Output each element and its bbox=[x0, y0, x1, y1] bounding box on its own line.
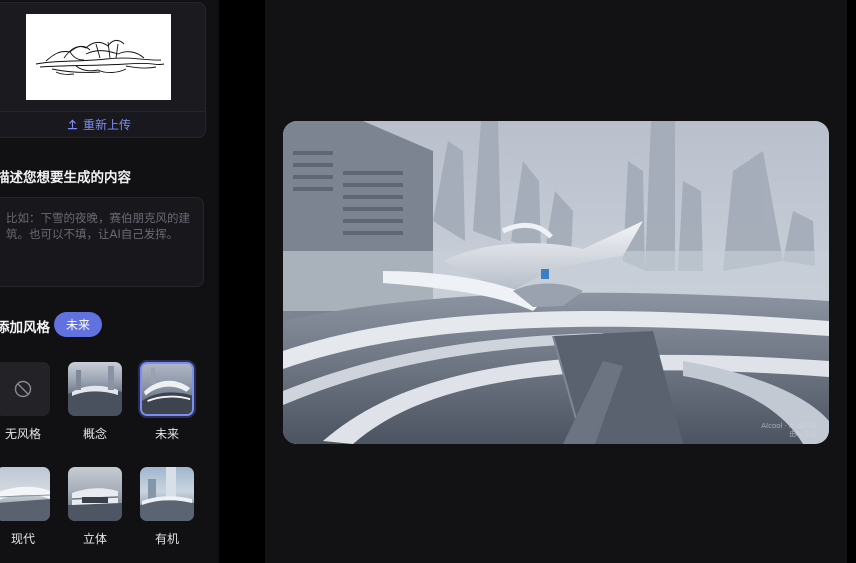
style-option-modern[interactable]: 现代 bbox=[0, 467, 50, 547]
reupload-button[interactable]: 重新上传 bbox=[0, 112, 205, 137]
prompt-input[interactable]: 比如：下雪的夜晚，赛伯朋克风的建筑。也可以不填，让AI自己发挥。 bbox=[0, 197, 204, 287]
style-option-none[interactable]: 无风格 bbox=[0, 362, 50, 442]
style-thumb-cubic bbox=[68, 467, 122, 521]
style-section-title: 添加风格 bbox=[0, 320, 50, 336]
sketch-preview[interactable] bbox=[26, 14, 171, 100]
style-option-concept[interactable]: 概念 bbox=[68, 362, 122, 442]
style-label-modern: 现代 bbox=[10, 532, 35, 546]
organic-building-image bbox=[140, 467, 194, 521]
style-label-future: 未来 bbox=[154, 427, 179, 441]
futuristic-city-render bbox=[283, 121, 829, 444]
cubic-building-image bbox=[68, 488, 122, 521]
prompt-section-title: 描述您想要生成的内容 bbox=[0, 170, 131, 186]
style-option-organic[interactable]: 有机 bbox=[140, 467, 194, 547]
prompt-placeholder: 比如：下雪的夜晚，赛伯朋克风的建筑。也可以不填，让AI自己发挥。 bbox=[6, 211, 190, 241]
style-thumb-organic bbox=[140, 467, 194, 521]
style-label-cubic: 立体 bbox=[82, 532, 107, 546]
upload-icon bbox=[67, 119, 78, 130]
style-option-cubic[interactable]: 立体 bbox=[68, 467, 122, 547]
reupload-label: 重新上传 bbox=[82, 118, 131, 132]
future-building-image bbox=[142, 367, 192, 414]
style-thumb-future bbox=[140, 362, 194, 416]
result-watermark: AIcool · AI编辑器 由AI生成 bbox=[761, 422, 817, 438]
selected-style-tag[interactable]: 未来 bbox=[54, 312, 103, 337]
ban-icon bbox=[14, 380, 32, 398]
left-panel: 重新上传 描述您想要生成的内容 比如：下雪的夜晚，赛伯朋克风的建筑。也可以不填，… bbox=[0, 0, 220, 563]
upload-card: 重新上传 bbox=[0, 2, 206, 138]
style-thumb-modern bbox=[0, 467, 50, 521]
style-label-organic: 有机 bbox=[154, 532, 179, 546]
panel-gutter bbox=[219, 0, 265, 563]
sketch-drawing bbox=[35, 39, 165, 75]
modern-building-image bbox=[0, 486, 50, 521]
style-label-concept: 概念 bbox=[82, 427, 107, 441]
style-option-future[interactable]: 未来 bbox=[140, 362, 194, 442]
right-gutter bbox=[847, 0, 856, 563]
style-thumb-concept bbox=[68, 362, 122, 416]
style-label-none: 无风格 bbox=[4, 427, 41, 441]
generated-result-image[interactable]: AIcool · AI编辑器 由AI生成 bbox=[283, 121, 829, 444]
concept-building-image bbox=[68, 366, 122, 416]
style-thumb-none bbox=[0, 362, 50, 416]
